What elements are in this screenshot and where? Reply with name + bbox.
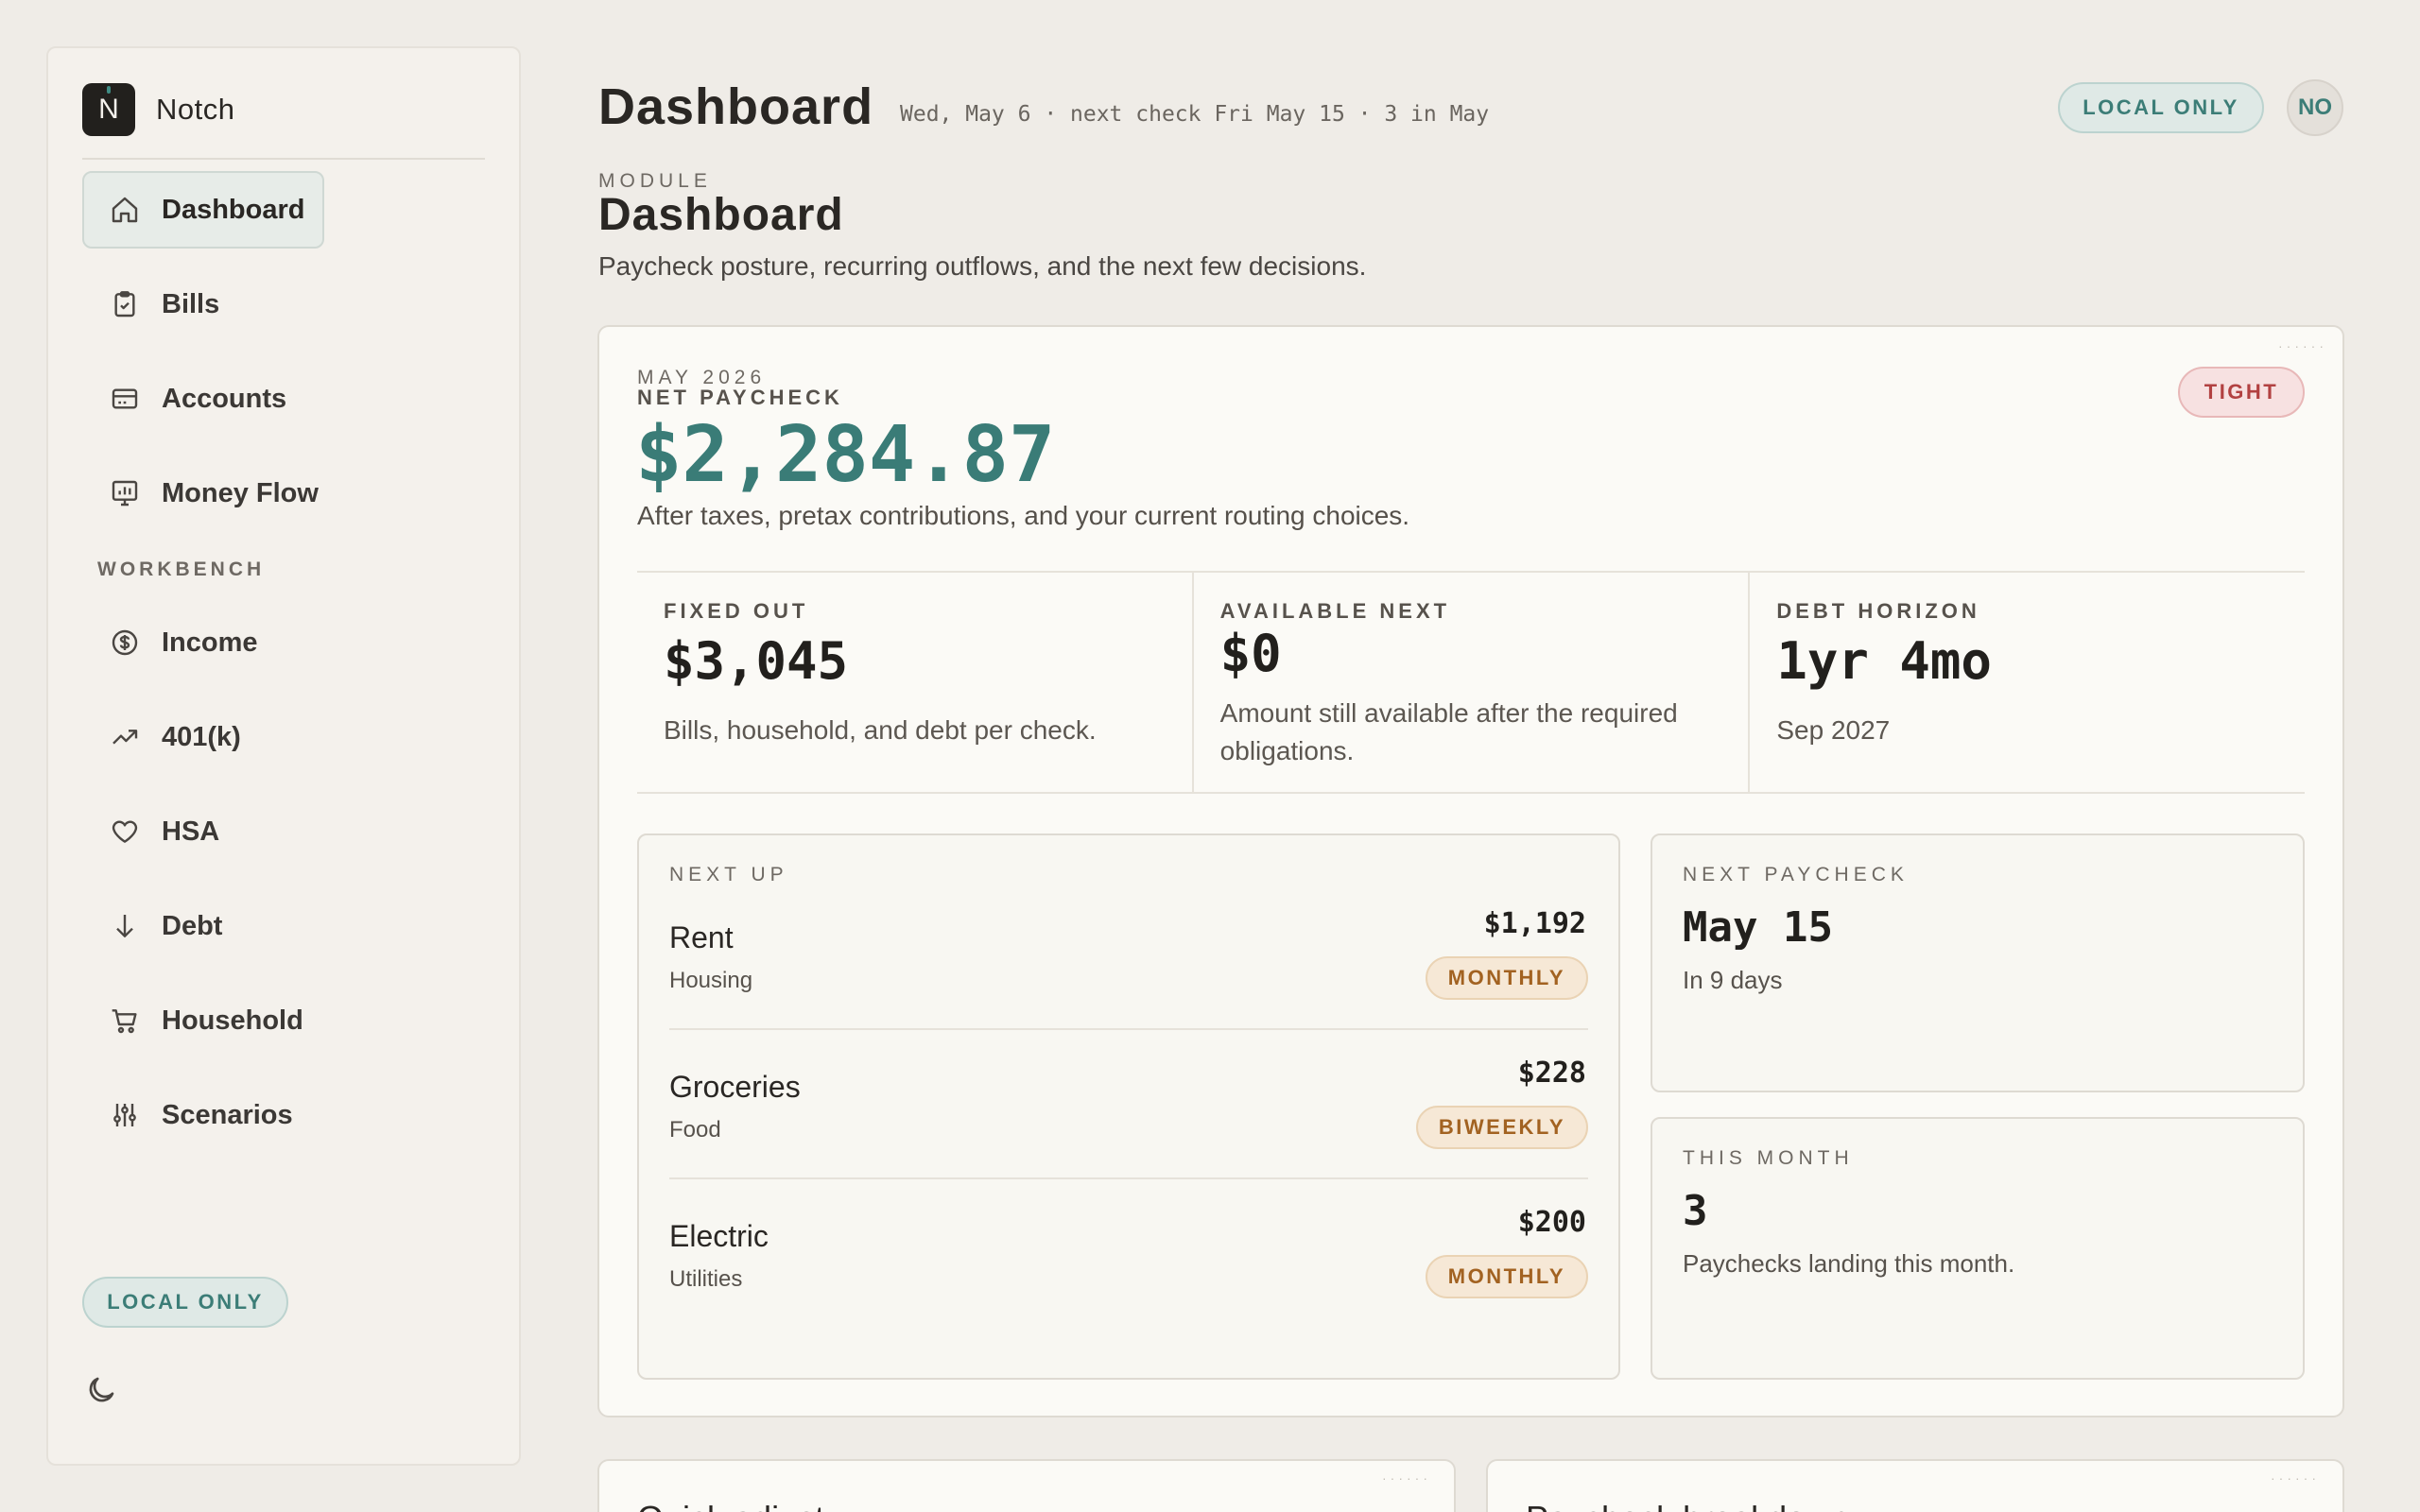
sidebar-item-label: Household [162,1005,303,1036]
bill-category: Utilities [669,1266,743,1292]
stat-label: DEBT HORIZON [1776,599,1980,623]
page-title: Dashboard [598,78,874,135]
local-only-badge: LOCAL ONLY [82,1277,288,1328]
this-month-panel: THIS MONTH 3 Paychecks landing this mont… [1651,1117,2305,1380]
stats-row: FIXED OUT $3,045 Bills, household, and d… [637,571,2305,794]
stat-value: $3,045 [664,631,849,691]
card-title: Quick adjust [637,1499,824,1512]
drag-handle-icon[interactable]: ······ [1382,1470,1431,1486]
cart-icon [109,1005,141,1037]
sidebar-item-label: Dashboard [162,194,305,225]
net-paycheck-description: After taxes, pretax contributions, and y… [637,501,1410,530]
sidebar-item-hsa[interactable]: HSA [82,793,485,870]
sidebar-item-household[interactable]: Household [82,982,485,1059]
frequency-badge: MONTHLY [1425,956,1588,1000]
bill-category: Food [669,1117,721,1143]
clipboard-icon [109,288,141,320]
sidebar-item-label: Accounts [162,383,287,414]
avatar[interactable]: NO [2287,79,2343,136]
sidebar-item-label: Bills [162,288,220,319]
bill-amount: $228 [1517,1057,1586,1090]
sidebar-item-scenarios[interactable]: Scenarios [82,1076,485,1154]
bill-category: Housing [669,968,753,993]
frequency-badge: BIWEEKLY [1415,1106,1588,1149]
stat-available-next: AVAILABLE NEXT $0 Amount still available… [1194,573,1751,792]
bill-name: Groceries [669,1070,801,1104]
moon-icon[interactable] [84,1373,118,1407]
sidebar-item-label: Money Flow [162,477,319,508]
brand-logo: N [82,83,135,136]
drag-handle-icon[interactable]: ······ [2271,1470,2320,1486]
drag-handle-icon[interactable]: ······ [2278,338,2327,353]
stat-label: AVAILABLE NEXT [1219,599,1451,623]
stat-description: Amount still available after the require… [1219,698,1678,765]
stat-value: 1yr 4mo [1776,631,1992,691]
sidebar-item-accounts[interactable]: Accounts [82,360,485,438]
chart-board-icon [109,477,141,509]
sidebar-item-label: Debt [162,910,223,941]
panel-label: THIS MONTH [1683,1147,1854,1169]
stat-debt-horizon: DEBT HORIZON 1yr 4mo Sep 2027 [1750,573,2305,792]
section-label-workbench: WORKBENCH [97,558,266,580]
sidebar-item-bills[interactable]: Bills [82,266,485,343]
sidebar-item-label: 401(k) [162,721,241,752]
list-item[interactable]: Electric Utilities $200 MONTHLY [669,1179,1588,1329]
sidebar-item-label: Income [162,627,258,658]
paycheck-card: ······ MAY 2026 NET PAYCHECK $2,284.87 A… [597,325,2344,1418]
sidebar-item-label: Scenarios [162,1099,293,1130]
bill-name: Electric [669,1219,769,1253]
next-paycheck-value: May 15 [1683,903,1833,952]
heart-icon [109,816,141,848]
stat-description: Sep 2027 [1776,715,1891,745]
panel-label: NEXT PAYCHECK [1683,864,1909,885]
sidebar-item-income[interactable]: Income [82,604,485,681]
list-item[interactable]: Groceries Food $228 BIWEEKLY [669,1030,1588,1179]
module-title: Dashboard [598,190,844,240]
bill-amount: $200 [1517,1206,1586,1239]
status-badge: TIGHT [2178,367,2305,418]
sidebar-item-debt[interactable]: Debt [82,887,485,965]
page-meta: Wed, May 6 · next check Fri May 15 · 3 i… [900,102,1490,127]
sliders-icon [109,1099,141,1131]
list-item[interactable]: Rent Housing $1,192 MONTHLY [669,881,1588,1030]
stat-description: Bills, household, and debt per check. [664,715,1097,745]
stat-fixed-out: FIXED OUT $3,045 Bills, household, and d… [637,573,1194,792]
home-icon [109,194,141,226]
stat-label: FIXED OUT [664,599,809,623]
header-local-only-badge: LOCAL ONLY [2058,82,2264,133]
next-paycheck-panel: NEXT PAYCHECK May 15 In 9 days [1651,833,2305,1092]
sidebar-item-money-flow[interactable]: Money Flow [82,455,485,532]
sidebar-nav: Dashboard Bills Accounts Money Flow WORK… [82,171,485,1171]
module-description: Paycheck posture, recurring outflows, an… [598,251,1367,281]
divider [82,158,485,160]
next-up-panel: NEXT UP Rent Housing $1,192 MONTHLY Groc… [637,833,1620,1380]
this-month-value: 3 [1683,1187,1708,1235]
net-paycheck-value: $2,284.87 [635,410,1056,500]
sidebar-item-label: HSA [162,816,220,847]
trend-up-icon [109,721,141,753]
quick-adjust-card: ······ Quick adjust [597,1459,1456,1512]
stat-value: $0 [1219,624,1282,683]
bill-name: Rent [669,920,734,954]
paycheck-breakdown-card: ······ Paycheck breakdown [1486,1459,2344,1512]
dollar-circle-icon [109,627,141,659]
sidebar: N Notch Dashboard Bills Accounts Money F… [46,46,521,1466]
brand-name: Notch [156,93,235,126]
brand[interactable]: N Notch [82,82,234,137]
card-title: Paycheck breakdown [1526,1499,1849,1512]
frequency-badge: MONTHLY [1425,1255,1588,1298]
sidebar-item-401k[interactable]: 401(k) [82,698,485,776]
this-month-description: Paychecks landing this month. [1683,1249,2015,1278]
bill-amount: $1,192 [1483,907,1586,940]
card-icon [109,383,141,415]
arrow-down-icon [109,910,141,942]
next-paycheck-description: In 9 days [1683,966,1783,994]
sidebar-item-dashboard[interactable]: Dashboard [82,171,324,249]
net-paycheck-label: NET PAYCHECK [637,386,843,409]
